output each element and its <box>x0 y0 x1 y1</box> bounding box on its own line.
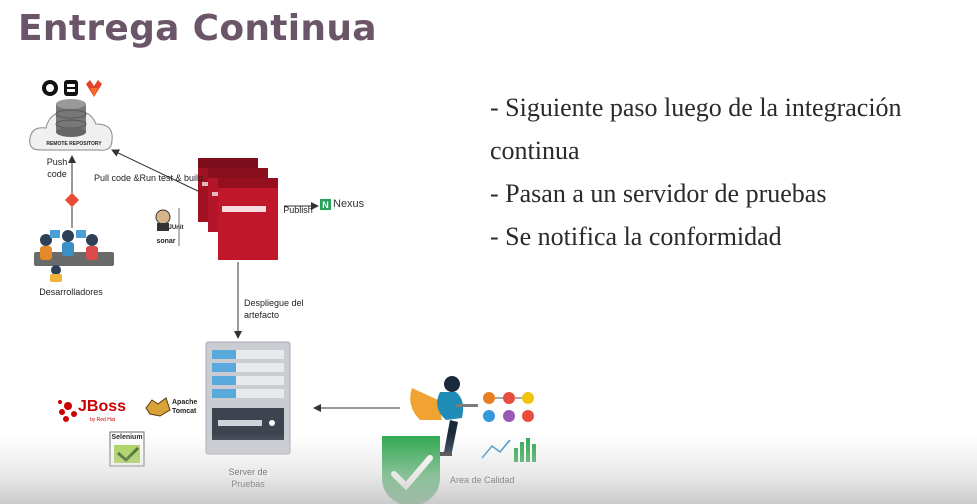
jboss-label: JBoss <box>78 398 127 415</box>
delivery-diagram <box>29 80 536 504</box>
github-icon <box>42 80 58 96</box>
jboss-sub-label: by Red Hat <box>90 417 116 423</box>
nexus-label: Nexus <box>333 198 365 210</box>
deploy-label: Despliegue del artefacto <box>244 298 304 320</box>
developers-icon <box>34 230 114 282</box>
database-icon <box>55 99 87 137</box>
quality-label: Area de Calidad <box>450 475 515 485</box>
publish-label: Publish <box>283 205 313 215</box>
pull-code-label: Pull code &Run test & build <box>94 173 204 183</box>
nexus-mark: N <box>322 200 329 210</box>
push-code-label: Push code <box>46 157 68 179</box>
selenium-label: Selenium <box>111 434 143 441</box>
jboss-icon <box>58 400 77 422</box>
test-server-icon <box>205 341 291 455</box>
pull-arrow <box>111 149 201 193</box>
repo-label: REMOTE REPOSITORY <box>46 141 102 147</box>
tomcat-label: Apache Tomcat <box>172 399 198 415</box>
gitlab-icon <box>86 80 102 97</box>
developers-label: Desarrolladores <box>39 287 103 297</box>
junit-label: JUnit <box>168 225 184 231</box>
tomcat-icon <box>145 397 171 417</box>
ci-server-icon <box>198 158 278 260</box>
sonar-label: sonar <box>156 238 176 245</box>
chart-icon <box>481 438 536 462</box>
git-icon <box>64 192 80 208</box>
dashboard-icons <box>483 392 534 422</box>
repo-host-icon <box>64 80 78 96</box>
server-label: Server de Pruebas <box>228 467 268 489</box>
check-shield-icon <box>382 436 440 504</box>
